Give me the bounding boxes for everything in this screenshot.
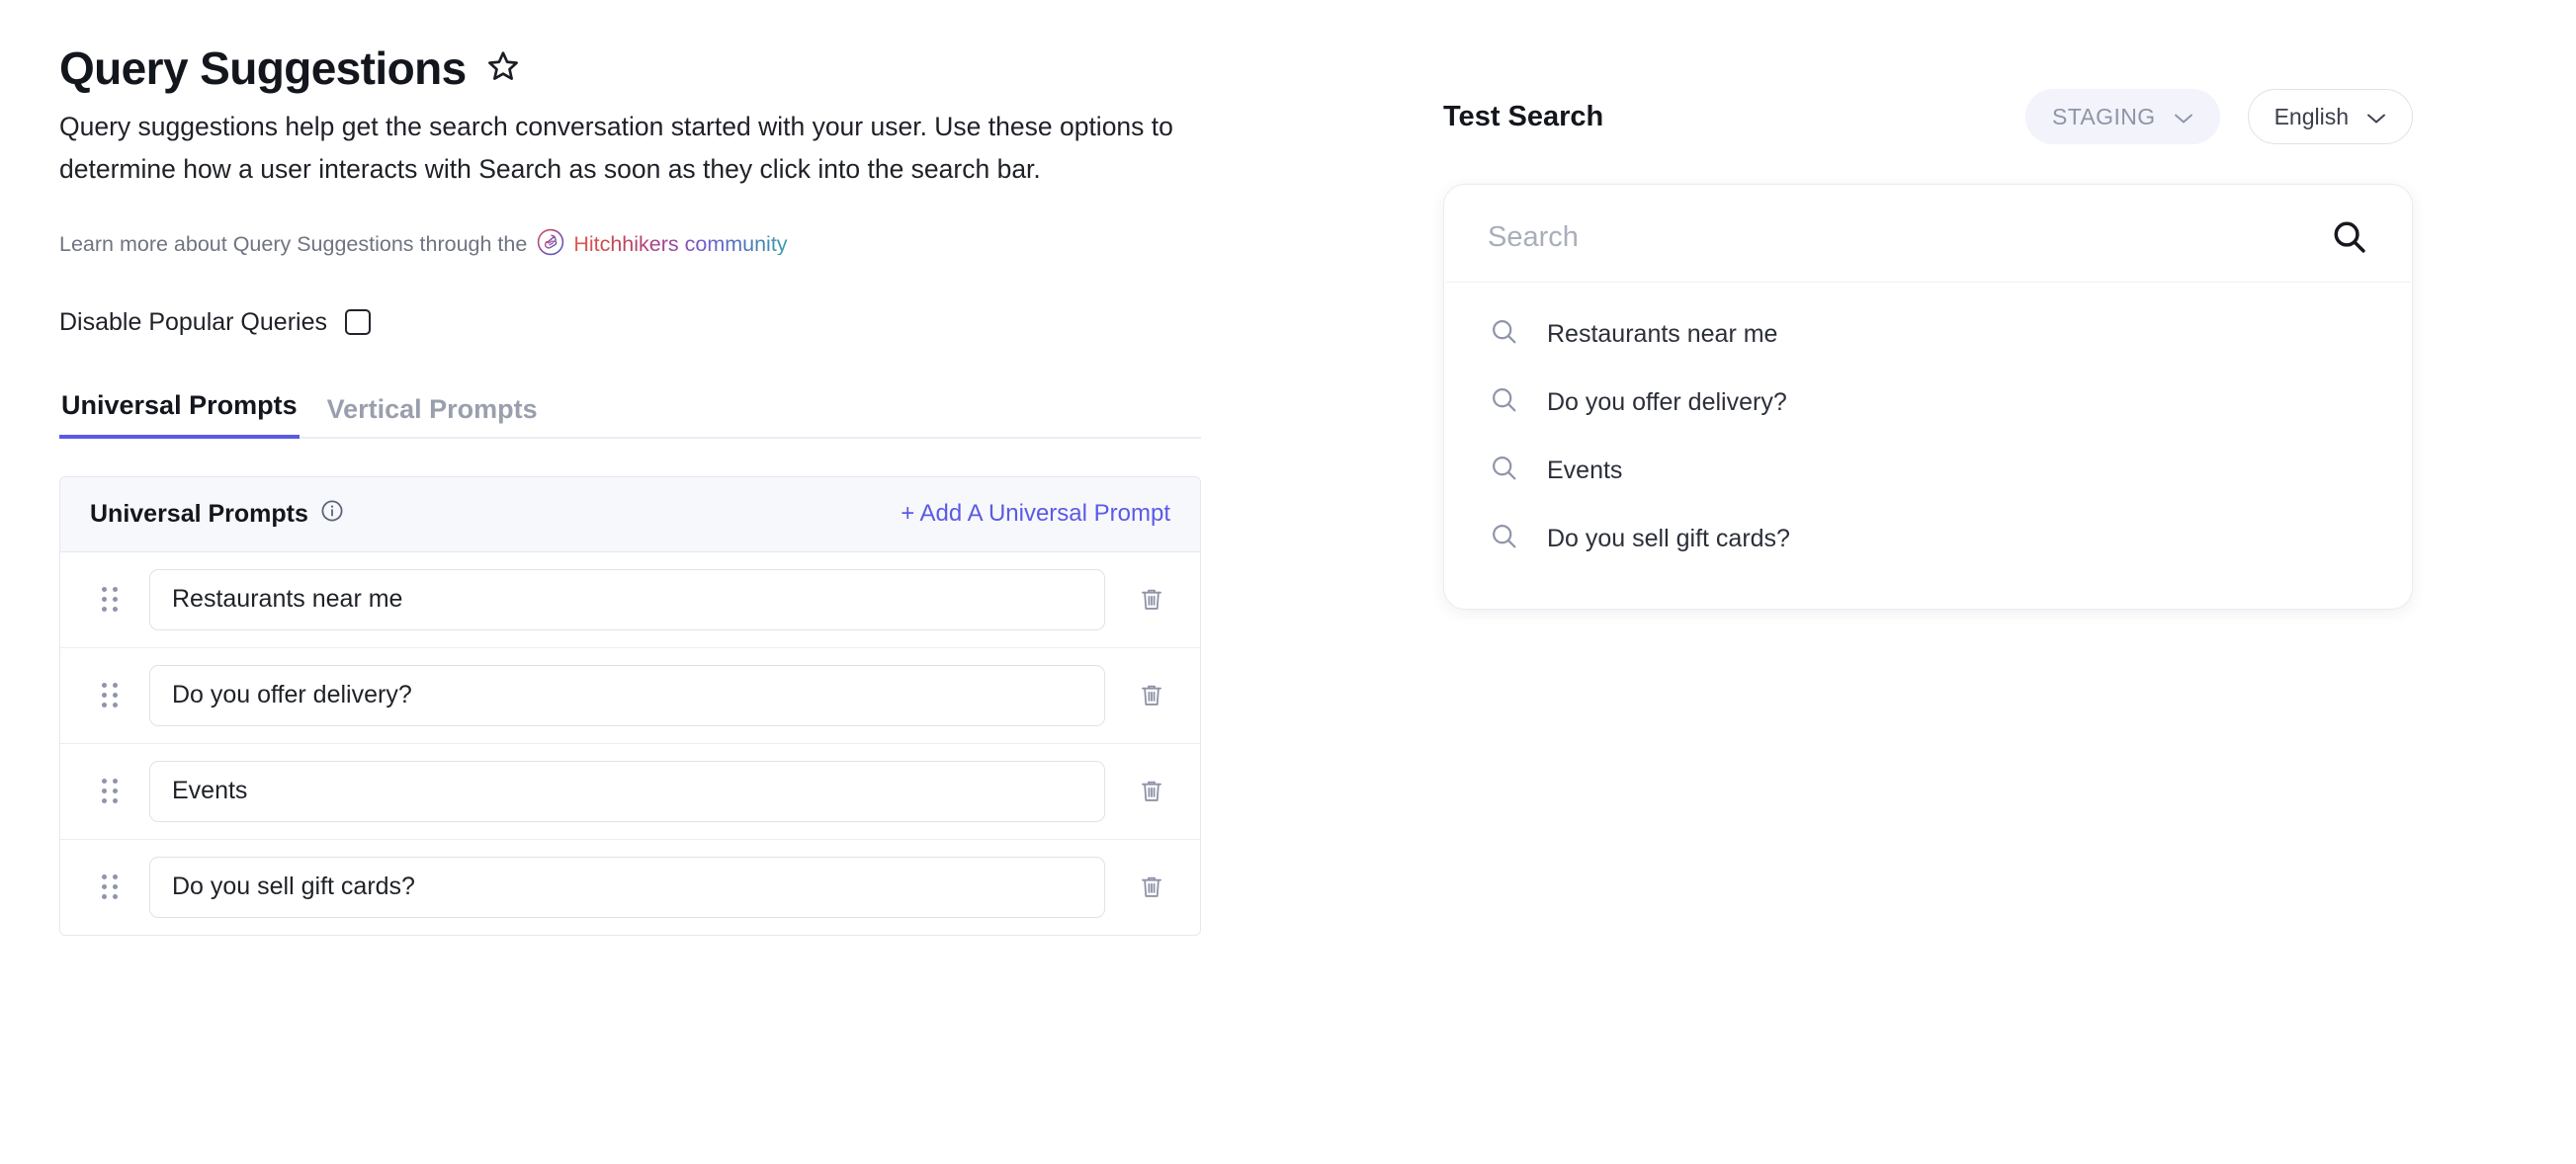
disable-popular-queries-checkbox[interactable] bbox=[344, 309, 371, 336]
search-icon[interactable] bbox=[2329, 218, 2370, 256]
suggestion-label: Do you sell gift cards? bbox=[1547, 525, 1790, 552]
prompt-input[interactable] bbox=[149, 568, 1105, 630]
drag-handle-icon[interactable] bbox=[102, 586, 128, 613]
delete-prompt-button[interactable] bbox=[1133, 772, 1170, 811]
list-item[interactable]: Do you sell gift cards? bbox=[1444, 505, 2412, 573]
suggestion-label: Restaurants near me bbox=[1547, 320, 1778, 348]
prompt-input[interactable] bbox=[149, 664, 1105, 726]
page-description: Query suggestions help get the search co… bbox=[59, 112, 1173, 185]
drag-handle-icon[interactable] bbox=[102, 778, 128, 804]
chevron-down-icon bbox=[2366, 104, 2386, 130]
list-item[interactable]: Do you offer delivery? bbox=[1444, 369, 2412, 437]
settings-column: Query Suggestions Query suggestions help… bbox=[0, 0, 1255, 936]
tab-vertical-prompts[interactable]: Vertical Prompts bbox=[325, 394, 540, 439]
search-icon bbox=[1490, 522, 1519, 556]
test-search-column: Test Search STAGING English Search Resta… bbox=[1255, 0, 2576, 610]
search-icon bbox=[1490, 317, 1519, 352]
card-title: Universal Prompts bbox=[90, 499, 308, 528]
test-search-controls: STAGING English bbox=[2024, 89, 2413, 144]
list-item[interactable]: Events bbox=[1444, 437, 2412, 505]
table-row bbox=[60, 743, 1200, 840]
page-header: Query Suggestions bbox=[59, 44, 1255, 92]
universal-prompts-card: Universal Prompts + Add A Universal Prom… bbox=[59, 475, 1201, 936]
suggestion-label: Events bbox=[1547, 457, 1623, 484]
page-root: Query Suggestions Query suggestions help… bbox=[0, 0, 2576, 1164]
chevron-down-icon bbox=[2174, 104, 2193, 130]
delete-prompt-button[interactable] bbox=[1133, 868, 1170, 907]
language-label: English bbox=[2274, 103, 2349, 129]
disable-popular-queries-row[interactable]: Disable Popular Queries bbox=[59, 308, 1255, 337]
language-selector[interactable]: English bbox=[2247, 89, 2413, 144]
hitchhikers-community-link[interactable]: Hitchhikers community bbox=[573, 233, 787, 256]
test-search-title: Test Search bbox=[1443, 100, 1604, 132]
table-row bbox=[60, 647, 1200, 744]
info-circle-icon[interactable] bbox=[320, 499, 344, 530]
tab-universal-prompts[interactable]: Universal Prompts bbox=[59, 390, 300, 439]
star-outline-icon[interactable] bbox=[486, 49, 520, 88]
suggestion-label: Do you offer delivery? bbox=[1547, 388, 1787, 416]
prompt-input[interactable] bbox=[149, 856, 1105, 918]
add-universal-prompt-button[interactable]: + Add A Universal Prompt bbox=[901, 500, 1170, 528]
list-item[interactable]: Restaurants near me bbox=[1444, 300, 2412, 369]
environment-label: STAGING bbox=[2051, 103, 2156, 129]
prompt-input[interactable] bbox=[149, 760, 1105, 822]
page-title: Query Suggestions bbox=[59, 42, 467, 94]
prompt-tabs: Universal Prompts Vertical Prompts bbox=[59, 388, 1201, 439]
hitchhikers-hand-icon bbox=[537, 228, 564, 261]
test-search-card: Restaurants near me Do you offer deliver… bbox=[1443, 184, 2413, 610]
universal-prompts-card-header: Universal Prompts + Add A Universal Prom… bbox=[60, 476, 1200, 552]
learn-more-row: Learn more about Query Suggestions throu… bbox=[59, 228, 1255, 261]
drag-handle-icon[interactable] bbox=[102, 682, 128, 708]
disable-popular-queries-label: Disable Popular Queries bbox=[59, 307, 327, 336]
search-icon bbox=[1490, 454, 1519, 488]
card-header-left: Universal Prompts bbox=[90, 499, 344, 530]
search-bar bbox=[1446, 185, 2410, 283]
test-search-header: Test Search STAGING English bbox=[1443, 89, 2413, 144]
drag-handle-icon[interactable] bbox=[102, 873, 128, 900]
table-row bbox=[60, 551, 1200, 648]
suggestions-list: Restaurants near me Do you offer deliver… bbox=[1444, 283, 2412, 573]
search-icon bbox=[1490, 385, 1519, 420]
table-row bbox=[60, 839, 1200, 935]
search-input[interactable] bbox=[1486, 219, 2329, 255]
learn-more-text: Learn more about Query Suggestions throu… bbox=[59, 231, 528, 256]
environment-selector[interactable]: STAGING bbox=[2024, 89, 2220, 144]
delete-prompt-button[interactable] bbox=[1133, 580, 1170, 620]
delete-prompt-button[interactable] bbox=[1133, 676, 1170, 715]
